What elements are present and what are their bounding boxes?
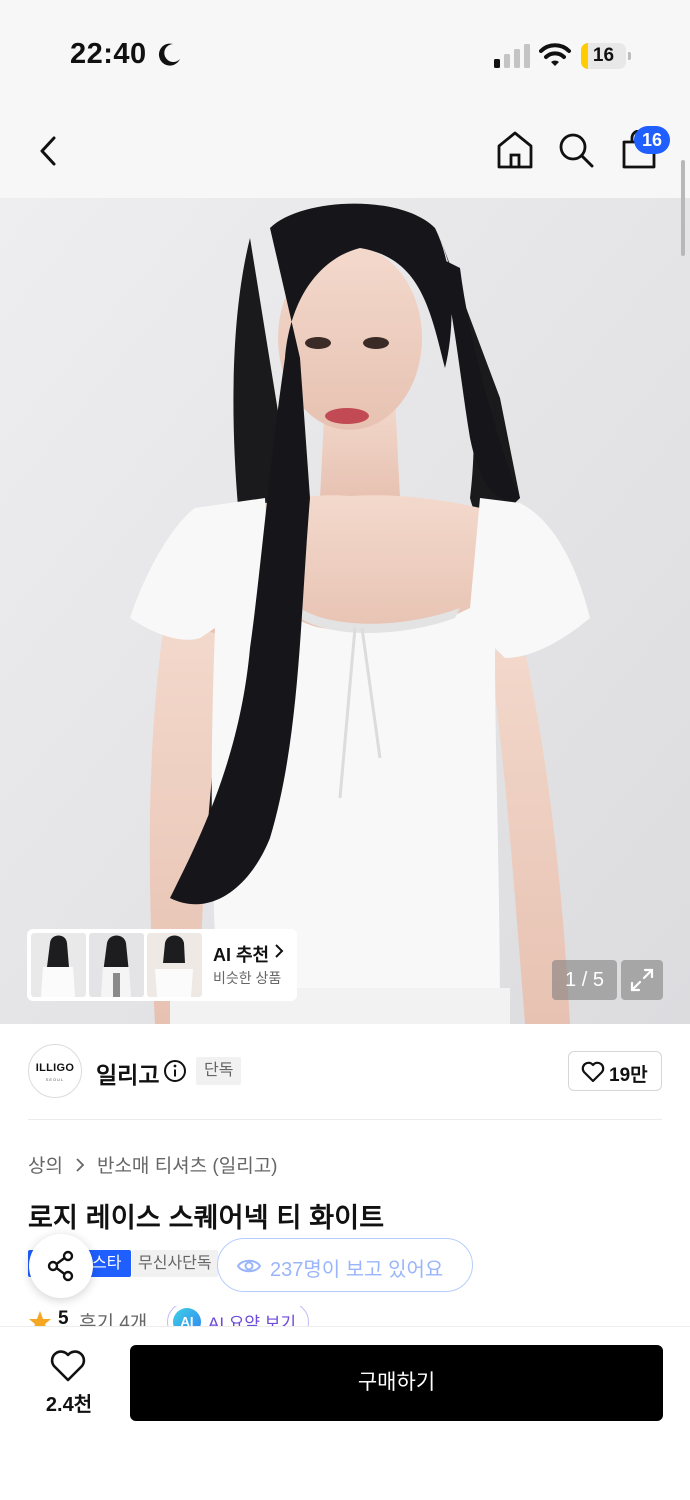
brand-like-button[interactable]: 19만 xyxy=(568,1051,662,1091)
brand-logo-subtext: SEOUL xyxy=(45,1077,65,1082)
chevron-right-icon xyxy=(76,1157,85,1172)
ai-recommend-subtitle: 비슷한 상품 xyxy=(213,970,282,986)
product-photo xyxy=(0,198,690,1024)
status-time: 22:40 xyxy=(70,38,147,70)
expand-icon xyxy=(630,968,654,992)
brand-name[interactable]: 일리고 xyxy=(96,1056,159,1090)
recommend-thumbnail[interactable] xyxy=(31,933,86,997)
info-icon[interactable] xyxy=(163,1059,187,1083)
product-title: 로지 레이스 스퀘어넥 티 화이트 xyxy=(28,1203,385,1233)
buy-button[interactable]: 구매하기 xyxy=(130,1345,663,1421)
status-bar: 22:40 16 xyxy=(0,0,690,100)
ai-recommend-card[interactable]: AI 추천 비슷한 상품 xyxy=(27,929,297,1001)
battery-level: 16 xyxy=(592,45,615,66)
brand-logo[interactable]: ILLIGO SEOUL xyxy=(28,1044,82,1098)
ai-summary-button[interactable]: AI AI 요약 보기 xyxy=(167,1306,309,1328)
viewers-text: 237명이 보고 있어요 xyxy=(270,1259,444,1281)
battery-icon: 16 xyxy=(581,43,631,69)
breadcrumb: 상의 반소매 티셔츠 (일리고) xyxy=(28,1151,278,1178)
wishlist-count: 2.4천 xyxy=(45,1394,93,1416)
brand-logo-text: ILLIGO xyxy=(35,1062,75,1074)
search-icon[interactable] xyxy=(557,131,595,169)
review-count-link[interactable]: 후기 4개 xyxy=(79,1308,147,1328)
cart-count-badge: 16 xyxy=(634,126,670,154)
breadcrumb-subcategory[interactable]: 반소매 티셔츠 (일리고) xyxy=(97,1151,278,1178)
eye-icon xyxy=(237,1259,261,1273)
share-icon xyxy=(47,1250,74,1282)
brand-like-count: 19만 xyxy=(609,1065,648,1086)
wifi-icon xyxy=(539,43,571,66)
share-button[interactable] xyxy=(29,1234,93,1298)
heart-icon xyxy=(581,1061,605,1083)
image-counter: 1 / 5 xyxy=(552,960,617,1000)
signal-icon xyxy=(494,44,530,68)
rating-value: 5 xyxy=(58,1308,69,1328)
back-icon[interactable] xyxy=(32,132,66,170)
viewers-toast: 237명이 보고 있어요 xyxy=(217,1238,473,1292)
recommend-thumbnail[interactable] xyxy=(147,933,202,997)
expand-button[interactable] xyxy=(621,960,663,1000)
product-image-gallery[interactable]: AI 추천 비슷한 상품 1 / 5 xyxy=(0,198,690,1024)
breadcrumb-category[interactable]: 상의 xyxy=(28,1151,63,1178)
home-icon[interactable] xyxy=(496,130,534,170)
top-nav-bar: 16 xyxy=(0,100,690,198)
ai-recommend-title: AI 추천 xyxy=(213,945,270,965)
exclusive-tag: 단독 xyxy=(196,1057,242,1085)
recommend-thumbnail[interactable] xyxy=(89,933,144,997)
exclusive-badge: 무신사단독 xyxy=(132,1250,218,1277)
heart-icon[interactable] xyxy=(50,1349,86,1383)
scroll-indicator xyxy=(681,160,685,256)
chevron-right-icon xyxy=(275,944,284,958)
moon-icon xyxy=(158,43,180,66)
rating-row: 5 후기 4개 AI AI 요약 보기 xyxy=(28,1306,690,1328)
ai-badge-icon: AI xyxy=(173,1308,201,1328)
divider xyxy=(28,1119,662,1120)
